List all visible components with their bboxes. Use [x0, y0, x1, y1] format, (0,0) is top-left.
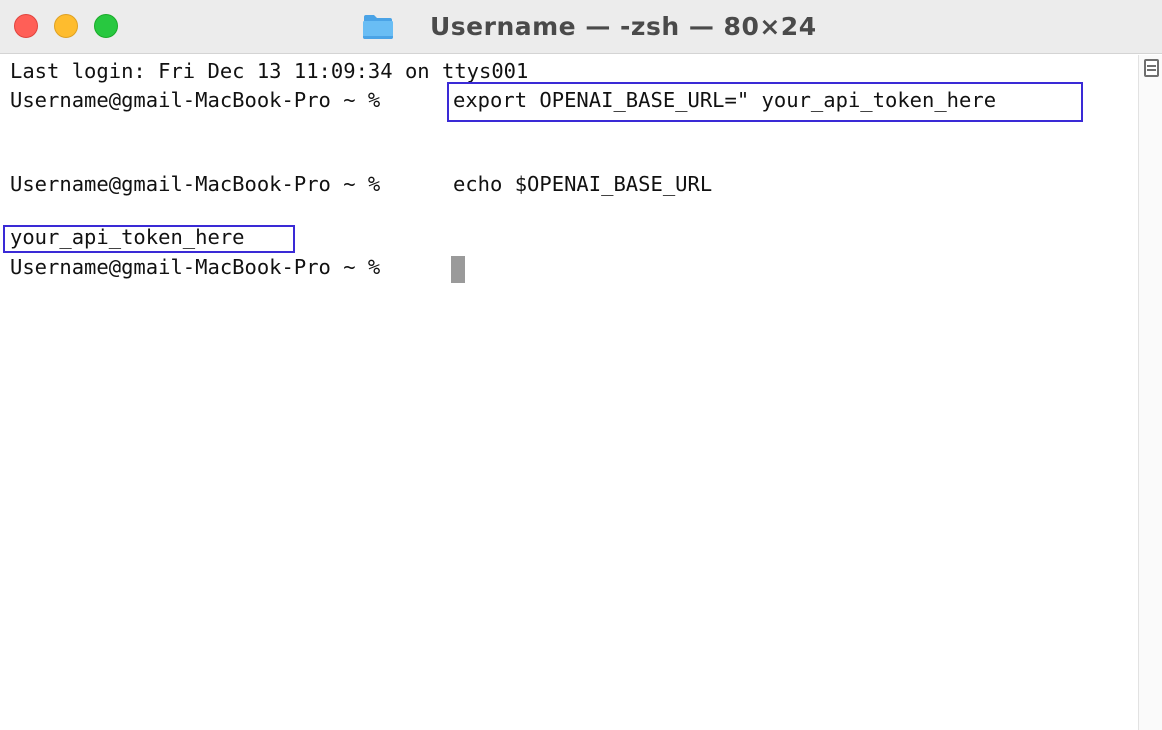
- prompt-line-3-prompt: Username@gmail-MacBook-Pro ~ %: [10, 255, 393, 279]
- scrollbar[interactable]: [1138, 55, 1162, 730]
- highlight-box-output: [3, 225, 295, 253]
- terminal-window: Username — -zsh — 80×24 Last login: Fri …: [0, 0, 1162, 730]
- folder-icon: [363, 15, 393, 39]
- minimize-button[interactable]: [54, 14, 78, 38]
- text-cursor: [451, 256, 465, 283]
- prompt-line-1-prompt: Username@gmail-MacBook-Pro ~ %: [10, 88, 393, 112]
- split-pane-icon[interactable]: [1144, 59, 1159, 77]
- title-bar[interactable]: Username — -zsh — 80×24: [0, 0, 1162, 54]
- zoom-button[interactable]: [94, 14, 118, 38]
- window-title-name: Username: [430, 11, 577, 41]
- terminal-content[interactable]: [0, 55, 1138, 730]
- window-title: Username — -zsh — 80×24: [362, 8, 817, 44]
- prompt-line-2-command: echo $OPENAI_BASE_URL: [453, 172, 713, 196]
- highlight-box-command: [447, 82, 1083, 122]
- prompt-line-2-prompt: Username@gmail-MacBook-Pro ~ %: [10, 172, 393, 196]
- window-title-subtitle: — -zsh — 80×24: [576, 11, 817, 41]
- close-button[interactable]: [14, 14, 38, 38]
- last-login-line: Last login: Fri Dec 13 11:09:34 on ttys0…: [10, 59, 529, 83]
